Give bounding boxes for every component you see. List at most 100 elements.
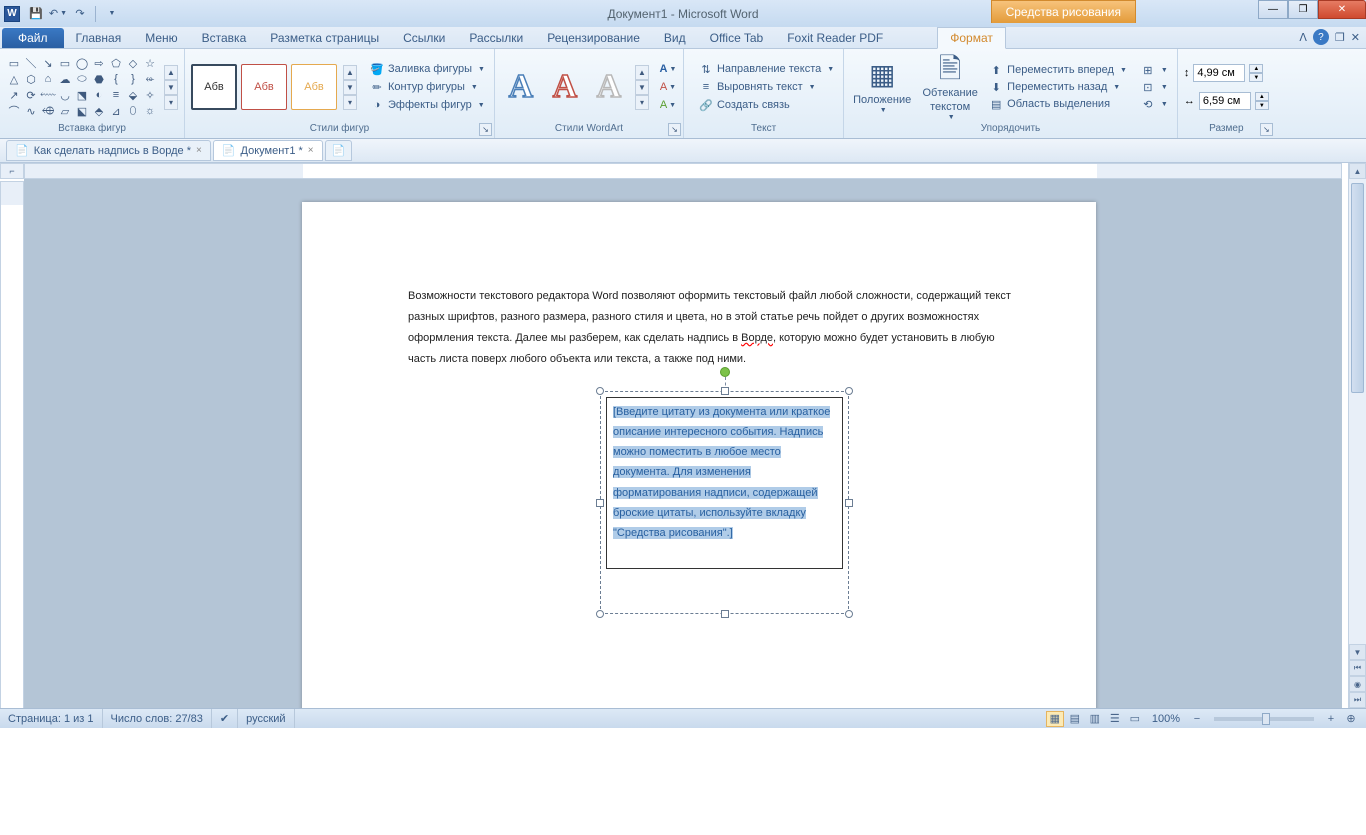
group-button[interactable]: ⊡▼: [1138, 79, 1171, 95]
zoom-fit-button[interactable]: ⊕: [1342, 711, 1360, 727]
shape-rect-icon[interactable]: ▭: [57, 56, 73, 71]
styles-more-icon[interactable]: ▾: [343, 95, 357, 110]
print-layout-view-icon[interactable]: ▦: [1046, 711, 1064, 727]
scroll-thumb[interactable]: [1351, 183, 1364, 393]
body-text[interactable]: Возможности текстового редактора Word по…: [408, 284, 1022, 368]
tab-page-layout[interactable]: Разметка страницы: [258, 28, 391, 48]
wrap-text-button[interactable]: 🖹Обтекание текстом▼: [918, 54, 982, 120]
shape-effects-button[interactable]: ◑Эффекты фигур▼: [367, 97, 488, 113]
tab-view[interactable]: Вид: [652, 28, 698, 48]
shape-r1-icon[interactable]: ⇨: [91, 56, 107, 71]
resize-handle-l[interactable]: [596, 499, 604, 507]
zoom-in-button[interactable]: +: [1322, 711, 1340, 727]
app-icon[interactable]: W: [4, 6, 20, 22]
document-area[interactable]: Возможности текстового редактора Word по…: [24, 179, 1342, 708]
resize-handle-r[interactable]: [845, 499, 853, 507]
vertical-ruler[interactable]: [0, 181, 24, 708]
shape-r4-icon[interactable]: ☆: [142, 56, 158, 71]
undo-icon[interactable]: ↶▼: [48, 4, 68, 24]
window-restore-icon[interactable]: ❐: [1335, 31, 1345, 44]
shape-r5-icon[interactable]: ⬡: [23, 72, 39, 87]
text-direction-button[interactable]: ⇅Направление текста▼: [696, 61, 837, 77]
resize-handle-b[interactable]: [721, 610, 729, 618]
selection-pane-button[interactable]: ▤Область выделения: [986, 96, 1130, 112]
align-text-button[interactable]: ≡Выровнять текст▼: [696, 79, 837, 95]
horizontal-ruler[interactable]: [24, 163, 1342, 179]
width-up[interactable]: ▲: [1255, 92, 1269, 101]
height-down[interactable]: ▼: [1249, 73, 1263, 82]
shape-styles-launcher[interactable]: ↘: [479, 123, 492, 136]
wordart-style-1[interactable]: A: [501, 64, 541, 110]
doc-tab-2[interactable]: 📄Документ1 *×: [213, 140, 323, 161]
bring-forward-button[interactable]: ⬆Переместить вперед▼: [986, 62, 1130, 78]
shape-r19-icon[interactable]: ≡: [108, 88, 124, 103]
new-tab-button[interactable]: 📄: [325, 140, 353, 161]
size-launcher[interactable]: ↘: [1260, 123, 1273, 136]
wordart-style-2[interactable]: A: [545, 64, 585, 110]
fullscreen-view-icon[interactable]: ▤: [1066, 711, 1084, 727]
shape-r12-icon[interactable]: ⬰: [142, 72, 158, 87]
zoom-out-button[interactable]: −: [1188, 711, 1206, 727]
resize-handle-tl[interactable]: [596, 387, 604, 395]
height-up[interactable]: ▲: [1249, 64, 1263, 73]
shape-r13-icon[interactable]: ↗: [6, 88, 22, 103]
page-status[interactable]: Страница: 1 из 1: [0, 709, 103, 728]
tab-home[interactable]: Главная: [64, 28, 134, 48]
tab-format[interactable]: Формат: [937, 27, 1006, 49]
zoom-thumb[interactable]: [1262, 713, 1270, 725]
shape-r10-icon[interactable]: {: [108, 72, 124, 87]
shape-r2-icon[interactable]: ⬠: [108, 56, 124, 71]
web-layout-view-icon[interactable]: ▥: [1086, 711, 1104, 727]
shape-line-icon[interactable]: ＼: [23, 56, 39, 71]
tab-insert[interactable]: Вставка: [190, 28, 259, 48]
shape-r23-icon[interactable]: ∿: [23, 104, 39, 119]
tab-mailings[interactable]: Рассылки: [457, 28, 535, 48]
prev-page-icon[interactable]: ⏮: [1349, 660, 1366, 676]
minimize-button[interactable]: —: [1258, 0, 1288, 19]
maximize-button[interactable]: ❐: [1288, 0, 1318, 19]
scroll-down-icon[interactable]: ▼: [1349, 644, 1366, 660]
resize-handle-br[interactable]: [845, 610, 853, 618]
window-close-doc-icon[interactable]: ✕: [1351, 31, 1360, 44]
shape-r7-icon[interactable]: ☁: [57, 72, 73, 87]
tab-menu[interactable]: Меню: [133, 28, 189, 48]
shape-outline-button[interactable]: ✏Контур фигуры▼: [367, 79, 488, 95]
file-tab[interactable]: Файл: [2, 28, 64, 48]
tab-foxit[interactable]: Foxit Reader PDF: [775, 28, 895, 48]
shape-r14-icon[interactable]: ⟳: [23, 88, 39, 103]
rotation-handle[interactable]: [720, 367, 730, 377]
word-count[interactable]: Число слов: 27/83: [103, 709, 212, 728]
shapes-scroll-up-icon[interactable]: ▲: [164, 65, 178, 80]
text-outline-button[interactable]: A▼: [659, 79, 677, 95]
doc-tab-1[interactable]: 📄Как сделать надпись в Ворде *×: [6, 140, 211, 161]
shape-r24-icon[interactable]: ⬲: [40, 104, 56, 119]
shape-r29-icon[interactable]: ⬯: [125, 104, 141, 119]
shape-r15-icon[interactable]: ⬳: [40, 88, 56, 103]
rotate-button[interactable]: ⟲▼: [1138, 96, 1171, 112]
scroll-up-icon[interactable]: ▲: [1349, 163, 1366, 179]
shape-r28-icon[interactable]: ⊿: [108, 104, 124, 119]
shape-r25-icon[interactable]: ▱: [57, 104, 73, 119]
text-effects-button[interactable]: A▼: [659, 97, 677, 113]
wordart-style-3[interactable]: A: [589, 64, 629, 110]
tab-review[interactable]: Рецензирование: [535, 28, 652, 48]
shape-r20-icon[interactable]: ⬙: [125, 88, 141, 103]
resize-handle-t[interactable]: [721, 387, 729, 395]
width-input[interactable]: [1199, 92, 1251, 110]
resize-handle-bl[interactable]: [596, 610, 604, 618]
shape-style-3[interactable]: Абв: [291, 64, 337, 110]
shape-r3-icon[interactable]: ◇: [125, 56, 141, 71]
next-page-icon[interactable]: ⏭: [1349, 692, 1366, 708]
shape-r30-icon[interactable]: ☼: [142, 104, 158, 119]
zoom-slider[interactable]: [1214, 717, 1314, 721]
textbox[interactable]: [Введите цитату из документа или краткое…: [606, 397, 843, 569]
shape-r9-icon[interactable]: ⬣: [91, 72, 107, 87]
draft-view-icon[interactable]: ▭: [1126, 711, 1144, 727]
wa-scroll-down-icon[interactable]: ▼: [635, 80, 649, 95]
textbox-selection[interactable]: [Введите цитату из документа или краткое…: [600, 391, 849, 614]
scroll-track[interactable]: [1349, 179, 1366, 644]
outline-view-icon[interactable]: ☰: [1106, 711, 1124, 727]
shape-r8-icon[interactable]: ⬭: [74, 72, 90, 87]
shape-r21-icon[interactable]: ✧: [142, 88, 158, 103]
align-button[interactable]: ⊞▼: [1138, 62, 1171, 78]
